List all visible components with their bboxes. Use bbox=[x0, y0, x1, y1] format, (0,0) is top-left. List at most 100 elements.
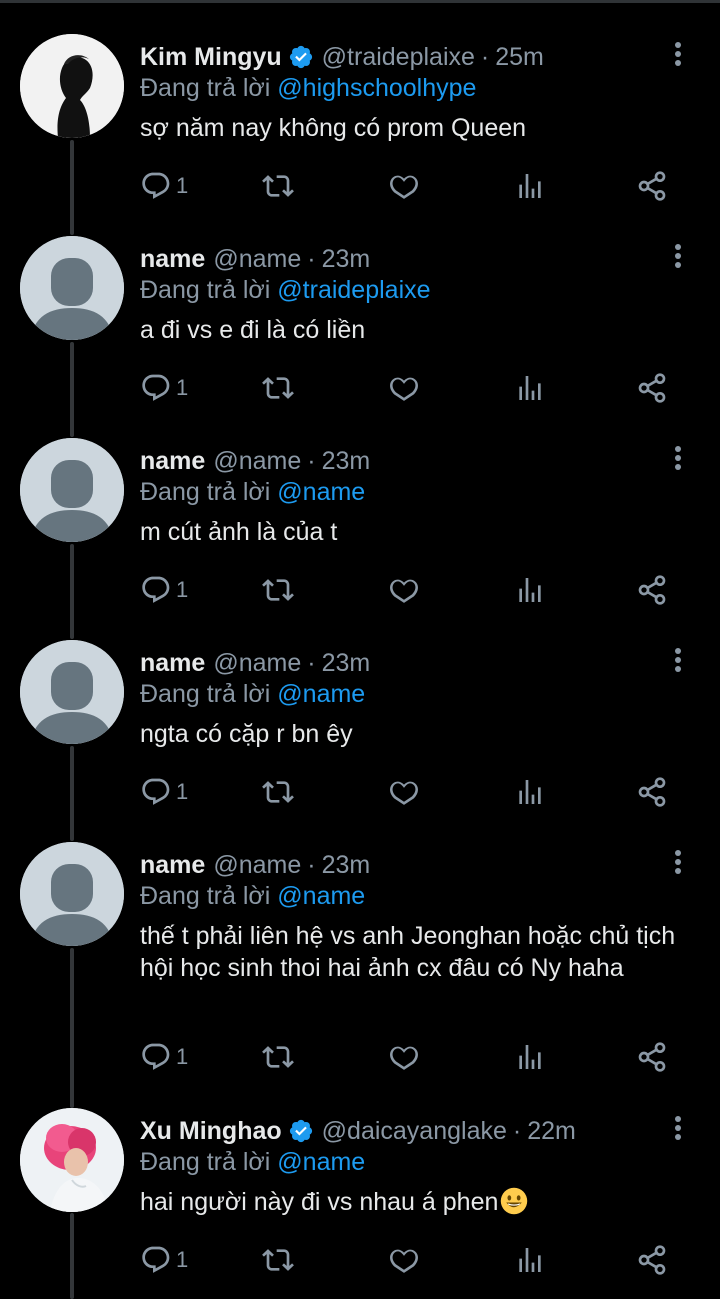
share-button[interactable] bbox=[636, 368, 668, 408]
replying-label: Đang trả lời bbox=[140, 276, 271, 304]
share-button[interactable] bbox=[636, 570, 668, 610]
share-button[interactable] bbox=[636, 772, 668, 812]
more-icon[interactable] bbox=[668, 648, 688, 676]
like-button[interactable] bbox=[388, 772, 420, 812]
share-button[interactable] bbox=[636, 166, 668, 206]
mention-link[interactable]: @name bbox=[277, 882, 365, 910]
timestamp[interactable]: 23m bbox=[322, 649, 371, 678]
more-icon[interactable] bbox=[668, 850, 688, 878]
analytics-button[interactable] bbox=[514, 1240, 546, 1280]
handle[interactable]: @traideplaixe bbox=[322, 43, 475, 72]
like-button[interactable] bbox=[388, 1240, 420, 1280]
tweet-text: hai người này đi vs nhau á phen bbox=[140, 1188, 499, 1216]
analytics-button[interactable] bbox=[514, 166, 546, 206]
reply-button[interactable]: 1 bbox=[140, 1240, 188, 1280]
display-name[interactable]: name bbox=[140, 245, 205, 274]
replying-label: Đang trả lời bbox=[140, 74, 271, 102]
analytics-button[interactable] bbox=[514, 1037, 546, 1077]
handle[interactable]: @daicayanglake bbox=[322, 1117, 507, 1146]
more-icon[interactable] bbox=[668, 446, 688, 474]
reply-button[interactable]: 1 bbox=[140, 772, 188, 812]
retweet-button[interactable] bbox=[262, 1240, 294, 1280]
like-icon bbox=[390, 579, 418, 603]
default-avatar[interactable] bbox=[20, 640, 124, 744]
reply-button[interactable]: 1 bbox=[140, 368, 188, 408]
tweet-text: m cút ảnh là của t bbox=[140, 518, 338, 546]
timestamp[interactable]: 22m bbox=[527, 1117, 576, 1146]
mention-link[interactable]: @name bbox=[277, 478, 365, 506]
retweet-button[interactable] bbox=[262, 368, 294, 408]
like-icon bbox=[390, 1046, 418, 1070]
more-icon[interactable] bbox=[668, 1116, 688, 1144]
timestamp[interactable]: 23m bbox=[322, 245, 371, 274]
reply-icon bbox=[142, 1246, 170, 1273]
display-name[interactable]: Kim Mingyu bbox=[140, 43, 282, 72]
reply-count: 1 bbox=[176, 173, 189, 198]
timestamp[interactable]: 25m bbox=[495, 43, 544, 72]
default-avatar[interactable] bbox=[20, 438, 124, 542]
replying-to: Đang trả lời @name bbox=[140, 882, 365, 911]
handle[interactable]: @name bbox=[213, 851, 301, 880]
mention-link[interactable]: @name bbox=[277, 1148, 365, 1176]
mention-link[interactable]: @highschoolhype bbox=[277, 74, 476, 102]
like-icon bbox=[390, 377, 418, 401]
action-bar: 1 bbox=[140, 1240, 680, 1280]
reply-icon bbox=[142, 576, 170, 603]
retweet-button[interactable] bbox=[262, 1037, 294, 1077]
mention-link[interactable]: @name bbox=[277, 680, 365, 708]
retweet-icon bbox=[262, 1249, 294, 1271]
retweet-button[interactable] bbox=[262, 772, 294, 812]
more-icon[interactable] bbox=[668, 244, 688, 272]
display-name[interactable]: Xu Minghao bbox=[140, 1117, 282, 1146]
share-button[interactable] bbox=[636, 1240, 668, 1280]
tweet[interactable]: name @name · 23m Đang trả lời @name thế … bbox=[0, 842, 720, 1097]
analytics-button[interactable] bbox=[514, 570, 546, 610]
display-name[interactable]: name bbox=[140, 447, 205, 476]
reply-button[interactable]: 1 bbox=[140, 570, 188, 610]
tweet[interactable]: name @name · 23m Đang trả lời @name ngta… bbox=[0, 640, 720, 830]
more-icon[interactable] bbox=[668, 42, 688, 70]
like-button[interactable] bbox=[388, 368, 420, 408]
verified-badge-icon bbox=[289, 1119, 312, 1143]
share-icon bbox=[638, 1245, 666, 1275]
analytics-button[interactable] bbox=[514, 772, 546, 812]
reply-button[interactable]: 1 bbox=[140, 166, 188, 206]
share-button[interactable] bbox=[636, 1037, 668, 1077]
display-name[interactable]: name bbox=[140, 851, 205, 880]
analytics-icon bbox=[519, 376, 541, 400]
handle[interactable]: @name bbox=[213, 245, 301, 274]
tweet[interactable]: name @name · 23m Đang trả lời @traidepla… bbox=[0, 236, 720, 426]
tweet[interactable]: Xu Minghao @daicayanglake · 22m Đang trả… bbox=[0, 1108, 720, 1298]
retweet-icon bbox=[262, 781, 294, 803]
retweet-button[interactable] bbox=[262, 570, 294, 610]
timestamp[interactable]: 23m bbox=[322, 851, 371, 880]
like-button[interactable] bbox=[388, 166, 420, 206]
top-divider bbox=[0, 0, 720, 3]
analytics-icon bbox=[519, 780, 541, 804]
like-button[interactable] bbox=[388, 570, 420, 610]
analytics-button[interactable] bbox=[514, 368, 546, 408]
display-name[interactable]: name bbox=[140, 649, 205, 678]
timestamp[interactable]: 23m bbox=[322, 447, 371, 476]
action-bar: 1 bbox=[140, 772, 680, 812]
tweet[interactable]: Kim Mingyu @traideplaixe · 25m Đang trả … bbox=[0, 34, 720, 224]
share-icon bbox=[638, 171, 666, 201]
analytics-icon bbox=[519, 1248, 541, 1272]
handle[interactable]: @name bbox=[213, 649, 301, 678]
retweet-icon bbox=[262, 579, 294, 601]
avatar[interactable] bbox=[20, 34, 124, 138]
reply-icon bbox=[142, 172, 170, 199]
retweet-button[interactable] bbox=[262, 166, 294, 206]
action-bar: 1 bbox=[140, 570, 680, 610]
tweet[interactable]: name @name · 23m Đang trả lời @name m cú… bbox=[0, 438, 720, 628]
avatar[interactable] bbox=[20, 1108, 124, 1212]
reply-count: 1 bbox=[176, 577, 189, 602]
handle[interactable]: @name bbox=[213, 447, 301, 476]
separator: · bbox=[480, 42, 490, 71]
mention-link[interactable]: @traideplaixe bbox=[277, 276, 430, 304]
like-button[interactable] bbox=[388, 1037, 420, 1077]
analytics-icon bbox=[519, 578, 541, 602]
reply-button[interactable]: 1 bbox=[140, 1037, 188, 1077]
default-avatar[interactable] bbox=[20, 236, 124, 340]
default-avatar[interactable] bbox=[20, 842, 124, 946]
